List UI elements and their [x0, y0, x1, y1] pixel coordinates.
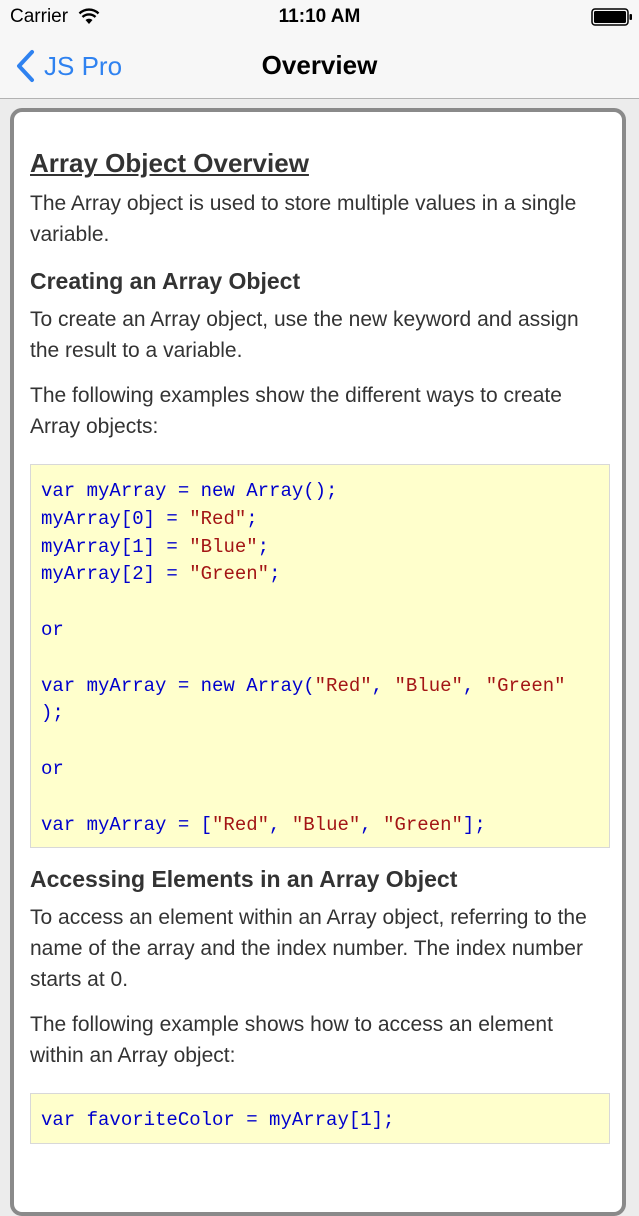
code-string: "Blue" [394, 674, 463, 697]
code-text: ; [246, 507, 258, 530]
code-text: or [41, 757, 64, 780]
code-string: "Blue" [291, 813, 361, 836]
page-title: Overview [261, 50, 378, 80]
creating-paragraph-2: The following examples show the differen… [30, 384, 562, 438]
code-line: ); [41, 700, 599, 728]
code-text: ; [269, 563, 281, 586]
code-block-creating: var myArray = new Array(); myArray[0] = … [30, 464, 610, 849]
creating-paragraph-1: To create an Array object, use the new k… [30, 308, 579, 362]
code-string: "Red" [189, 507, 247, 530]
code-line: or [41, 617, 599, 645]
code-string: "Green" [189, 563, 270, 586]
accessing-paragraph-1: To access an element within an Array obj… [30, 906, 587, 992]
code-string: "Red" [212, 813, 270, 836]
code-string: "Red" [314, 674, 372, 697]
section-heading-creating: Creating an Array Object [30, 268, 301, 294]
code-string: "Green" [485, 674, 566, 697]
code-text: var myArray = new Array( [41, 674, 315, 697]
code-text: , [360, 813, 384, 836]
code-text: , [462, 674, 486, 697]
code-line: var favoriteColor = myArray[1]; [41, 1107, 599, 1135]
article-heading: Array Object Overview [30, 148, 309, 178]
code-block-accessing: var favoriteColor = myArray[1]; [30, 1093, 610, 1145]
code-line: myArray[0] = "Red"; [41, 506, 599, 534]
code-text: myArray[0] = [41, 507, 190, 530]
code-text: myArray[1] = [41, 535, 190, 558]
code-text: ]; [462, 813, 486, 836]
code-line: myArray[1] = "Blue"; [41, 534, 599, 562]
accessing-paragraph-2: The following example shows how to acces… [30, 1013, 553, 1068]
code-string: "Blue" [189, 535, 258, 558]
status-time: 11:10 AM [278, 6, 361, 27]
code-string: "Green" [383, 813, 463, 836]
code-text: var favoriteColor = myArray[1]; [41, 1109, 395, 1132]
section-heading-accessing: Accessing Elements in an Array Object [30, 866, 458, 893]
status-bar: Carrier 11:10 AM [0, 0, 639, 34]
code-line: myArray[2] = "Green"; [41, 561, 599, 589]
code-text: , [269, 813, 292, 836]
article-content: Array Object Overview The Array object i… [14, 112, 610, 1145]
code-text: myArray[2] = [41, 563, 190, 586]
code-text: var myArray = [ [41, 813, 213, 836]
code-line: or [41, 756, 599, 784]
code-text: ; [257, 535, 270, 558]
code-text: or [41, 618, 64, 641]
code-line: var myArray = new Array(); [41, 478, 599, 506]
code-line: var myArray = ["Red", "Blue", "Green"]; [41, 812, 599, 840]
code-text: , [371, 674, 395, 697]
navigation-bar: JS Pro Overview [0, 34, 639, 99]
content-frame[interactable]: Array Object Overview The Array object i… [10, 108, 626, 1216]
code-line: var myArray = new Array("Red", "Blue", "… [41, 673, 599, 701]
intro-paragraph: The Array object is used to store multip… [30, 192, 577, 246]
code-text: var myArray = new Array(); [41, 480, 338, 502]
code-text: ); [41, 702, 64, 725]
battery-icon [591, 8, 632, 26]
